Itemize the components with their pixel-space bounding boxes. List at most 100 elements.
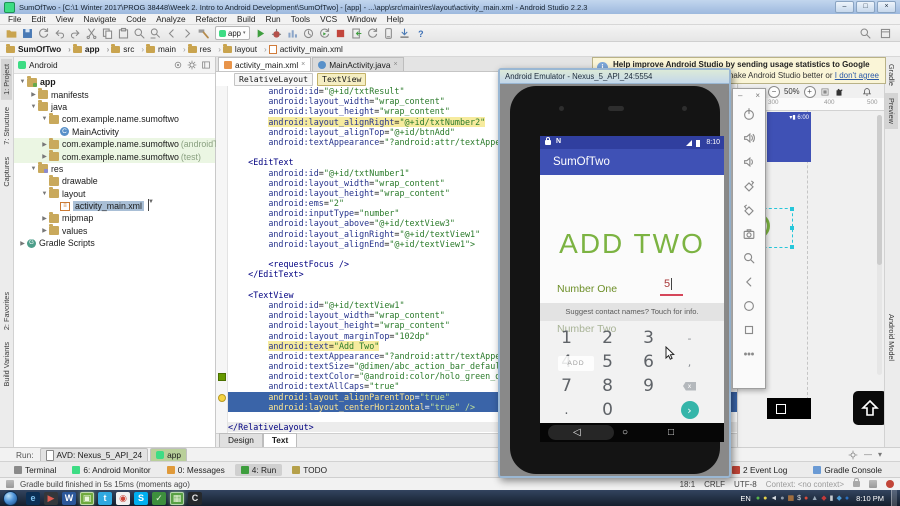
- add-button[interactable]: ADD: [558, 356, 594, 371]
- toolwindow-4-run[interactable]: 4: Run: [234, 463, 283, 476]
- emulator-rotate-left-icon[interactable]: [733, 174, 765, 198]
- taskbar-app-0[interactable]: e: [26, 491, 40, 505]
- pan-icon[interactable]: [834, 87, 844, 97]
- run-tab-app[interactable]: app: [150, 448, 188, 461]
- toolstrip-project[interactable]: 1: Project: [1, 59, 12, 100]
- breadcrumb-layout[interactable]: layout ›: [222, 43, 267, 54]
- search-everywhere-icon[interactable]: [858, 26, 873, 40]
- emulator-window[interactable]: Android Emulator - Nexus_5_API_24:5554 N…: [498, 68, 731, 478]
- lock-icon[interactable]: [853, 478, 860, 487]
- tree-item-drawable[interactable]: drawable: [14, 174, 215, 187]
- taskbar-app-7[interactable]: ✓: [152, 491, 166, 505]
- file-encoding[interactable]: UTF-8: [734, 480, 757, 489]
- tree-item-activity_main.xml[interactable]: ≡ activity_main.xml: [14, 200, 215, 212]
- project-view-selector[interactable]: Android ▼: [14, 57, 215, 211]
- tree-item-com.example.name.sumoftwo[interactable]: ▼ com.example.name.sumoftwo: [14, 112, 215, 125]
- menu-tools[interactable]: Tools: [286, 14, 315, 24]
- key-next[interactable]: ›: [669, 398, 710, 422]
- tree-item-MainActivity[interactable]: C MainActivity: [14, 126, 215, 138]
- columns-icon[interactable]: [869, 480, 877, 488]
- key-3[interactable]: 3: [628, 326, 669, 350]
- key-8[interactable]: 8: [587, 374, 628, 398]
- breadcrumb-SumOfTwo[interactable]: SumOfTwo ›: [6, 43, 71, 54]
- taskbar-app-4[interactable]: t: [98, 491, 112, 505]
- find-icon[interactable]: [132, 26, 147, 40]
- close-button[interactable]: ×: [877, 1, 896, 13]
- tree-item-java[interactable]: ▼ java: [14, 100, 215, 113]
- avd-manager-icon[interactable]: [381, 26, 396, 40]
- caret-position[interactable]: 18:1: [680, 480, 696, 489]
- tab-design[interactable]: Design: [219, 433, 263, 447]
- undo-icon[interactable]: [52, 26, 67, 40]
- breadcrumb-app[interactable]: app ›: [72, 43, 109, 54]
- cut-icon[interactable]: [84, 26, 99, 40]
- key-2[interactable]: 2: [587, 326, 628, 350]
- emulator-minimize[interactable]: –: [738, 91, 742, 100]
- nav-home-icon[interactable]: ○: [622, 423, 628, 442]
- menu-edit[interactable]: Edit: [26, 14, 50, 24]
- key-backspace[interactable]: x: [669, 374, 710, 398]
- tab-mainactivity-java[interactable]: MainActivity.java ×: [312, 57, 404, 71]
- toolwindow-gradle-console[interactable]: Gradle Console: [807, 464, 888, 476]
- menu-refactor[interactable]: Refactor: [191, 14, 232, 24]
- menu-code[interactable]: Code: [121, 14, 151, 24]
- copy-icon[interactable]: [100, 26, 115, 40]
- tree-item-res[interactable]: ▼ res: [14, 162, 215, 175]
- tray-icon-9[interactable]: ▮: [830, 495, 834, 502]
- toolbar-panel-icon[interactable]: [878, 26, 893, 40]
- toolwindow-0-messages[interactable]: 0: Messages: [161, 464, 231, 476]
- run-config-selector[interactable]: app ▾: [215, 26, 250, 40]
- menu-navigate[interactable]: Navigate: [79, 14, 122, 24]
- paste-icon[interactable]: [116, 26, 131, 40]
- nav-back-icon[interactable]: ◁: [573, 423, 581, 442]
- emulator-nav-back-icon[interactable]: [733, 270, 765, 294]
- minimize-button[interactable]: –: [835, 1, 854, 13]
- key-0[interactable]: 0: [587, 398, 628, 422]
- dont-agree-link[interactable]: I don't agree: [835, 71, 879, 80]
- menu-window[interactable]: Window: [342, 14, 382, 24]
- menu-build[interactable]: Build: [232, 14, 260, 24]
- tree-item-values[interactable]: ▶ values: [14, 224, 215, 237]
- keyboard-suggestion[interactable]: Suggest contact names? Touch for info.: [540, 303, 724, 321]
- attach-debugger-icon[interactable]: [349, 26, 364, 40]
- taskbar-app-1[interactable]: ▶: [44, 491, 58, 505]
- show-desktop-button[interactable]: [891, 490, 897, 506]
- line-separator[interactable]: CRLF: [704, 480, 725, 489]
- expand-icon[interactable]: ▶: [29, 91, 38, 98]
- back-icon[interactable]: [164, 26, 179, 40]
- tree-item-Gradle-Scripts[interactable]: ▶ G Gradle Scripts: [14, 237, 215, 249]
- emulator-volume-down-icon[interactable]: [733, 150, 765, 174]
- hide-panel-icon[interactable]: [201, 60, 211, 70]
- run-icon[interactable]: [253, 26, 268, 40]
- synchronize-icon[interactable]: [36, 26, 51, 40]
- tab-text[interactable]: Text: [262, 433, 298, 447]
- stop-icon[interactable]: [333, 26, 348, 40]
- emulator-close[interactable]: ×: [755, 91, 760, 100]
- taskbar-app-9[interactable]: C: [188, 491, 202, 505]
- number-one-input[interactable]: 5: [664, 278, 670, 290]
- debug-icon[interactable]: [269, 26, 284, 40]
- taskbar-app-6[interactable]: S: [134, 491, 148, 505]
- taskbar-app-8[interactable]: ▦: [170, 491, 184, 505]
- emulator-volume-up-icon[interactable]: [733, 126, 765, 150]
- toolstrip-preview[interactable]: Preview: [885, 92, 898, 129]
- crumb-relativelayout[interactable]: RelativeLayout: [234, 72, 314, 86]
- open-folder-icon[interactable]: [4, 26, 19, 40]
- breadcrumb-main[interactable]: main ›: [146, 43, 186, 54]
- window-titlebar[interactable]: SumOfTwo - [C:\1 Winter 2017\PROG 38448\…: [0, 0, 900, 14]
- tab-activity-main-xml[interactable]: activity_main.xml ×: [218, 57, 312, 71]
- maximize-button[interactable]: □: [856, 1, 875, 13]
- preview-scrollbar[interactable]: [877, 115, 882, 375]
- toolwindow-2-event-log[interactable]: 2 Event Log: [726, 464, 793, 476]
- taskbar-app-2[interactable]: W: [62, 491, 76, 505]
- emulator-zoom-icon[interactable]: [733, 246, 765, 270]
- gear-icon[interactable]: [187, 60, 197, 70]
- breadcrumb-res[interactable]: res ›: [187, 43, 221, 54]
- forward-icon[interactable]: [180, 26, 195, 40]
- tray-icon-1[interactable]: ●: [763, 495, 767, 502]
- emulator-titlebar[interactable]: Android Emulator - Nexus_5_API_24:5554: [500, 70, 729, 84]
- start-button[interactable]: [3, 490, 18, 506]
- tree-item-mipmap[interactable]: ▶ mipmap: [14, 211, 215, 224]
- menu-vcs[interactable]: VCS: [315, 14, 342, 24]
- close-icon[interactable]: ×: [301, 61, 305, 68]
